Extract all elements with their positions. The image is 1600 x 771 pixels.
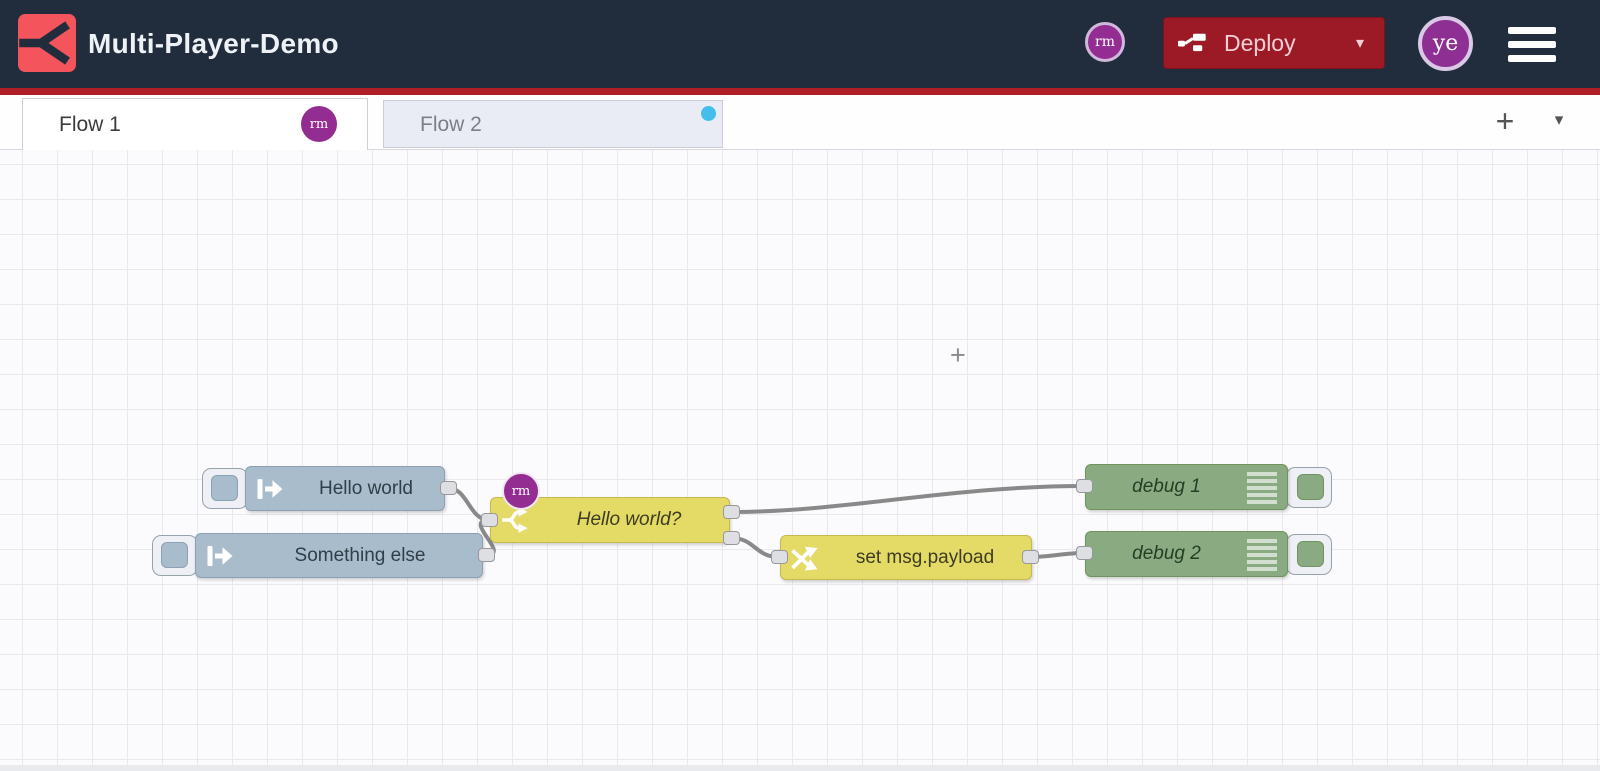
collaborator-initials: rm <box>1095 34 1115 50</box>
tab-activity-dot <box>701 106 716 121</box>
output-port[interactable] <box>478 548 495 562</box>
collaborator-badge[interactable]: rm <box>1085 22 1125 62</box>
deploy-icon <box>1178 33 1206 52</box>
node-change-set-payload[interactable]: set msg.payload <box>780 535 1032 580</box>
node-debug-1[interactable]: debug 1 <box>1085 464 1288 510</box>
remote-cursor-crosshair: + <box>950 340 966 370</box>
flowfuse-logo-icon[interactable] <box>18 14 76 72</box>
user-initials: ye <box>1432 31 1459 56</box>
node-collaborator-badge: rm <box>502 472 540 510</box>
debug-toggle-button[interactable] <box>1286 534 1332 575</box>
node-label: debug 1 <box>1132 476 1201 497</box>
inject-trigger-button[interactable] <box>152 535 198 576</box>
deploy-options-caret-icon[interactable]: ▾ <box>1350 27 1370 59</box>
node-collaborator-initials: rm <box>511 483 531 499</box>
app-header: Multi-Player-Demo rm Deploy ▾ ye <box>0 0 1600 88</box>
node-inject-hello-world[interactable]: Hello world <box>245 466 445 511</box>
page-title: Multi-Player-Demo <box>88 28 339 59</box>
node-label: Hello world? <box>576 509 682 530</box>
debug-toggle-button[interactable] <box>1286 467 1332 508</box>
change-shuffle-icon <box>791 546 818 571</box>
flow-tab-bar: Flow 1 rm Flow 2 <box>0 95 1600 150</box>
deploy-label: Deploy <box>1224 29 1296 56</box>
tab-collaborator-initials: rm <box>309 116 329 132</box>
node-label: Hello world <box>319 477 413 499</box>
inject-button-face <box>161 542 188 568</box>
tab-label: Flow 2 <box>420 113 482 136</box>
inject-trigger-button[interactable] <box>202 468 248 509</box>
canvas-bottom-edge <box>0 765 1600 771</box>
inject-arrow-icon <box>207 546 233 566</box>
node-label: set msg.payload <box>855 546 995 568</box>
output-port[interactable] <box>440 481 457 495</box>
input-port[interactable] <box>481 513 498 527</box>
tab-label: Flow 1 <box>59 113 121 136</box>
add-flow-button[interactable]: + <box>1484 101 1526 143</box>
output-port[interactable] <box>1022 550 1039 564</box>
hamburger-icon <box>1508 27 1556 34</box>
switch-fork-icon <box>502 507 528 533</box>
hamburger-icon <box>1508 41 1556 48</box>
main-menu-button[interactable] <box>1508 25 1556 65</box>
node-debug-2[interactable]: debug 2 <box>1085 531 1288 577</box>
input-port[interactable] <box>771 550 788 564</box>
debug-button-face <box>1297 474 1324 500</box>
deploy-button[interactable]: Deploy ▾ <box>1163 17 1385 69</box>
node-label: Something else <box>294 544 426 566</box>
input-port[interactable] <box>1076 479 1093 493</box>
input-port[interactable] <box>1076 546 1093 560</box>
flow-canvas[interactable] <box>0 150 1600 771</box>
flow-editor-app: Multi-Player-Demo rm Deploy ▾ ye Flow 1 … <box>0 0 1600 771</box>
debug-messages-icon <box>1247 539 1277 571</box>
header-accent-divider <box>0 88 1600 95</box>
node-inject-something-else[interactable]: Something else <box>195 533 483 578</box>
debug-messages-icon <box>1247 472 1277 504</box>
flow-list-caret-icon[interactable]: ▾ <box>1544 110 1574 140</box>
tab-collaborator-badge: rm <box>301 106 337 142</box>
inject-arrow-icon <box>257 479 283 499</box>
node-label: debug 2 <box>1132 543 1201 564</box>
tab-flow-2[interactable]: Flow 2 <box>383 100 723 148</box>
inject-button-face <box>211 475 238 501</box>
debug-button-face <box>1297 541 1324 567</box>
hamburger-icon <box>1508 55 1556 62</box>
tab-flow-1[interactable]: Flow 1 rm <box>22 98 368 150</box>
output-port-2[interactable] <box>723 531 740 545</box>
output-port-1[interactable] <box>723 505 740 519</box>
user-avatar[interactable]: ye <box>1418 16 1473 71</box>
